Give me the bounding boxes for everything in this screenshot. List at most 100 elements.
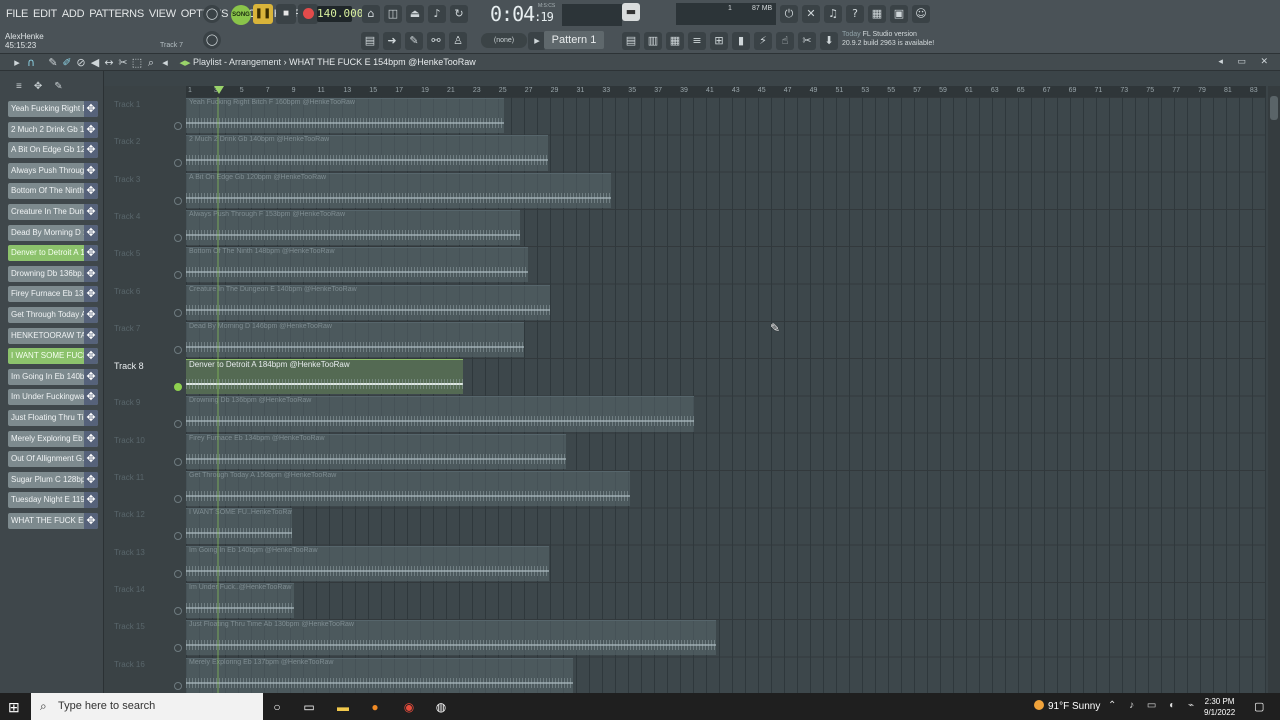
- audio-clip[interactable]: Denver to Detroit A 184bpm @HenkeTooRaw: [186, 359, 463, 395]
- track-label[interactable]: Track 3: [114, 175, 140, 184]
- channel-rack-icon[interactable]: ▥: [644, 32, 662, 50]
- clip-move-icon[interactable]: ✥: [84, 430, 98, 447]
- track-label[interactable]: Track 16: [114, 660, 145, 669]
- playlist-arrows-icon[interactable]: ◂▸: [176, 54, 194, 70]
- piano-roll-icon[interactable]: ▦: [666, 32, 684, 50]
- pencil-icon[interactable]: ✎: [405, 32, 423, 50]
- menu-add[interactable]: ADD: [62, 8, 85, 20]
- track-label[interactable]: Track 13: [114, 548, 145, 557]
- clip-move-icon[interactable]: ✥: [84, 224, 98, 241]
- clip-move-icon[interactable]: ✥: [84, 492, 98, 509]
- track-label[interactable]: Track 6: [114, 287, 140, 296]
- snap-icon[interactable]: ▬: [622, 3, 640, 21]
- master-pitch-knob-icon[interactable]: ◯: [203, 5, 221, 23]
- render-icon[interactable]: ▦: [868, 5, 886, 23]
- track-label[interactable]: Track 14: [114, 585, 145, 594]
- notification-icon[interactable]: ▢: [1254, 700, 1264, 713]
- picker-clip[interactable]: Bottom Of The Ninth... ✥: [8, 183, 98, 200]
- master-volume-knob-icon[interactable]: ◯: [203, 31, 221, 49]
- touch-icon[interactable]: ☝: [776, 32, 794, 50]
- picker-menu-icon[interactable]: ≡: [16, 81, 22, 92]
- audio-clip[interactable]: Yeah Fucking Right Bitch F 160bpm @Henke…: [186, 98, 504, 134]
- mixer-icon[interactable]: ≡: [688, 32, 706, 50]
- timeline-ruler[interactable]: 1 3 5 7 9 11 13 15 17 19 21 23 25 27 29 31 33 35 37 39 41 43 4…: [186, 86, 1266, 97]
- audio-clip[interactable]: Get Through Today A 156bpm @HenkeTooRaw: [186, 471, 630, 507]
- clip-move-icon[interactable]: ✥: [84, 204, 98, 220]
- wait-input-icon[interactable]: ◫: [384, 5, 402, 23]
- track-label[interactable]: Track 9: [114, 398, 140, 407]
- browser-icon[interactable]: ⊞: [710, 32, 728, 50]
- menu-view[interactable]: VIEW: [149, 8, 176, 20]
- track-enable-toggle[interactable]: [174, 122, 182, 130]
- track-enable-toggle[interactable]: [174, 569, 182, 578]
- arrow-right-icon[interactable]: ➜: [383, 32, 401, 50]
- picker-clip[interactable]: Dead By Morning D 1... ✥: [8, 224, 98, 241]
- windows-start-icon[interactable]: ⊞: [8, 699, 20, 716]
- track-label[interactable]: Track 1: [114, 100, 140, 109]
- tools-icon[interactable]: ✕: [802, 5, 820, 23]
- picker-clip[interactable]: HENKETOORAW TAG ✥: [8, 327, 98, 344]
- picker-clip[interactable]: Denver to Detroit A 1... ✥: [8, 245, 98, 262]
- countdown-icon[interactable]: ⏏: [406, 5, 424, 23]
- menu-patterns[interactable]: PATTERNS: [89, 8, 144, 20]
- download-icon[interactable]: ⬇: [820, 32, 838, 50]
- system-tray[interactable]: ⌃ ♪ ▭ ◐ ⌁: [1108, 700, 1199, 711]
- picker-clip[interactable]: Im Under Fuckingwa... ✥: [8, 389, 98, 406]
- clip-move-icon[interactable]: ✥: [84, 471, 98, 488]
- picker-clip[interactable]: Creature In The Dung... ✥: [8, 204, 98, 220]
- tempo-display[interactable]: 140.000: [317, 6, 363, 22]
- clip-move-icon[interactable]: ✥: [84, 162, 98, 179]
- audio-clip[interactable]: Creature In The Dungeon E 140bpm @HenkeT…: [186, 284, 550, 320]
- picker-clip[interactable]: A Bit On Edge Gb 120... ✥: [8, 142, 98, 159]
- none-selector[interactable]: (none): [481, 33, 527, 48]
- track-label[interactable]: Track 15: [114, 622, 145, 631]
- clip-move-icon[interactable]: ✥: [84, 245, 98, 262]
- link-icon[interactable]: ⚯: [427, 32, 445, 50]
- picker-clip[interactable]: Drowning Db 136bp... ✥: [8, 265, 98, 282]
- clip-move-icon[interactable]: ✥: [84, 327, 98, 344]
- track-label[interactable]: Track 4: [114, 212, 140, 221]
- picker-clip[interactable]: Im Going In Eb 140b... ✥: [8, 368, 98, 385]
- audio-clip[interactable]: Always Push Through F 153bpm @HenkeTooRa…: [186, 209, 520, 246]
- cortana-icon[interactable]: ○: [268, 698, 286, 716]
- magnet-icon[interactable]: ∩: [22, 54, 40, 70]
- audio-clip[interactable]: Im Going In Eb 140bpm @HenkeTooRaw: [186, 545, 549, 581]
- clip-move-icon[interactable]: ✥: [84, 368, 98, 385]
- picker-clip[interactable]: Out Of Allignment G... ✥: [8, 451, 98, 468]
- track-enable-toggle[interactable]: [174, 233, 182, 242]
- picker-clip[interactable]: Firey Furnace Eb 13... ✥: [8, 286, 98, 303]
- taskbar-search[interactable]: ⌕ Type here to search: [31, 693, 263, 720]
- picker-clip[interactable]: Merely Exploring Eb ... ✥: [8, 430, 98, 447]
- help-icon[interactable]: ?: [846, 5, 864, 23]
- clip-move-icon[interactable]: ✥: [84, 410, 98, 426]
- track-enable-toggle[interactable]: [174, 457, 182, 466]
- news-panel[interactable]: Today FL Studio version 20.9.2 build 296…: [842, 30, 952, 52]
- audio-clip[interactable]: 2 Much 2 Drink Gb 140bpm @HenkeTooRaw: [186, 135, 548, 171]
- vertical-scrollbar[interactable]: [1268, 86, 1280, 693]
- track-label[interactable]: Track 11: [114, 473, 144, 482]
- menu-edit[interactable]: EDIT: [33, 8, 57, 20]
- play-button[interactable]: ❚❚: [253, 4, 273, 24]
- plugin-icon[interactable]: ⚡: [754, 32, 772, 50]
- track-enable-toggle[interactable]: [174, 420, 182, 429]
- picker-clip[interactable]: Get Through Today A... ✥: [8, 307, 98, 323]
- step-edit-icon[interactable]: ♪: [428, 5, 446, 23]
- picker-clip[interactable]: I WANT SOME FUCKIN... ✥: [8, 348, 98, 365]
- track-enable-toggle[interactable]: [174, 159, 182, 168]
- audio-clip[interactable]: Drowning Db 136bpm @HenkeTooRaw: [186, 396, 694, 432]
- clip-move-icon[interactable]: ✥: [84, 389, 98, 406]
- track-enable-toggle[interactable]: [174, 308, 182, 317]
- track-label[interactable]: Track 8: [114, 361, 144, 371]
- stop-button[interactable]: ■: [276, 4, 296, 24]
- chrome-icon[interactable]: ◉: [400, 698, 418, 716]
- track-label[interactable]: Track 2: [114, 137, 140, 146]
- clip-move-icon[interactable]: ✥: [84, 513, 98, 529]
- speaker-icon[interactable]: ◂: [156, 54, 174, 70]
- picker-move-icon[interactable]: ✥: [34, 81, 42, 92]
- picker-pencil-icon[interactable]: ✎: [54, 81, 62, 92]
- task-view-icon[interactable]: ▭: [300, 698, 318, 716]
- audio-clip[interactable]: Merely Exploring Eb 137bpm @HenkeTooRaw: [186, 657, 573, 693]
- picker-clip[interactable]: WHAT THE FUCK E 154... ✥: [8, 513, 98, 529]
- clip-move-icon[interactable]: ✥: [84, 286, 98, 303]
- loop-record-icon[interactable]: ↻: [450, 5, 468, 23]
